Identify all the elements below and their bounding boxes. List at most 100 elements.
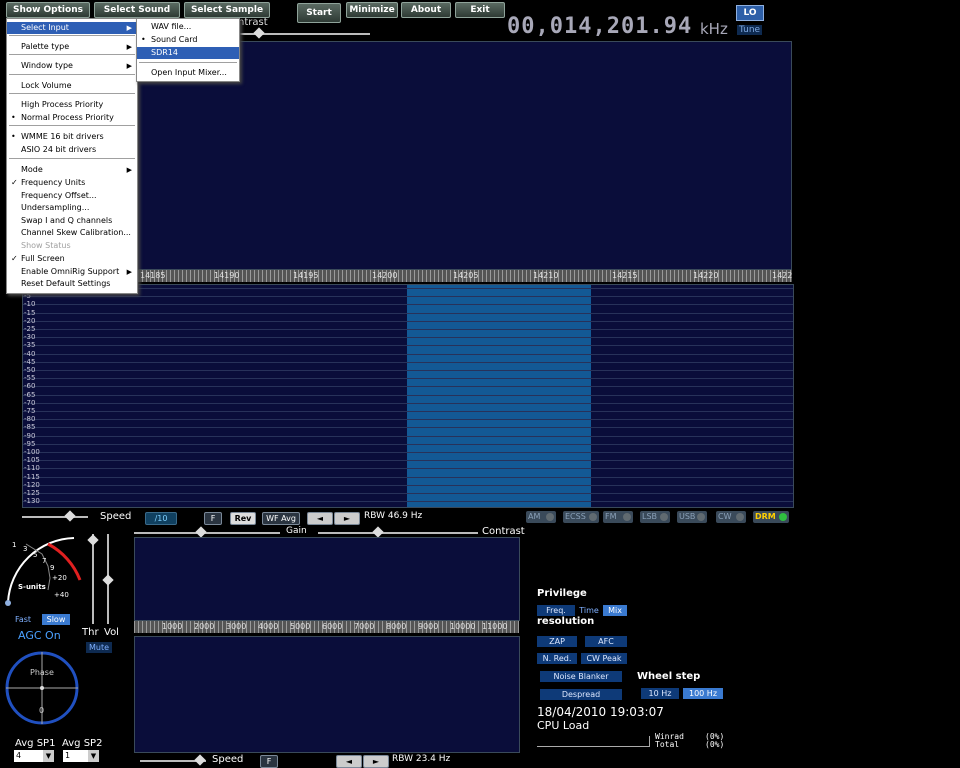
audio-waterfall-display[interactable] <box>134 636 520 753</box>
contrast-slider[interactable] <box>318 532 478 534</box>
gain-slider[interactable] <box>134 532 280 534</box>
db-label: -90 <box>24 431 36 440</box>
start-button[interactable]: Start <box>297 3 341 23</box>
passband-highlight[interactable] <box>407 285 591 507</box>
audio-f-button[interactable]: F <box>260 755 278 768</box>
contrast-knob[interactable] <box>372 526 384 538</box>
audio-frequency-scale[interactable]: 1000 2000 3000 4000 5000 6000 7000 8000 9000 1000… <box>134 621 519 633</box>
select-input-submenu[interactable]: WAV file... Sound Card • SDR14 Open Input Mi… <box>136 18 240 82</box>
menu-item[interactable]: Undersampling... <box>7 202 137 214</box>
rev-button[interactable]: Rev <box>230 512 256 525</box>
menu-item[interactable]: WMME 16 bit drivers • <box>7 131 137 143</box>
audio-speed-knob[interactable] <box>194 754 206 766</box>
tune-label[interactable]: Tune <box>737 25 763 35</box>
mode-cw-button[interactable]: CW <box>716 511 746 523</box>
menu-item[interactable]: ASIO 24 bit drivers <box>7 144 137 156</box>
submenu-item[interactable]: SDR14 <box>137 47 239 59</box>
audio-spectrum-display[interactable] <box>134 537 520 621</box>
menu-item[interactable]: Reset Default Settings <box>7 278 137 290</box>
scale-tick: 14190 <box>214 271 240 280</box>
options-menu[interactable]: Select Input ▶ Palette type ▶ Window type ▶ Lo… <box>6 18 138 294</box>
exit-button[interactable]: Exit <box>455 2 505 18</box>
grid-line <box>23 435 793 437</box>
wheel-step-10hz-button[interactable]: 10 Hz <box>641 688 679 699</box>
agc-fast-button[interactable]: Fast <box>8 614 38 625</box>
chevron-right-icon: ▶ <box>126 166 132 174</box>
privilege-time-button[interactable]: Time <box>577 605 601 616</box>
mode-ecss-button[interactable]: ECSS <box>563 511 599 523</box>
top-contrast-knob[interactable] <box>253 27 265 39</box>
about-button[interactable]: About <box>401 2 451 18</box>
submenu-item[interactable]: Open Input Mixer... <box>137 67 239 79</box>
wf-avg-button[interactable]: WF Avg <box>262 512 300 525</box>
select-sound-card-button[interactable]: Select Sound Card <box>94 2 180 29</box>
menu-item[interactable]: Lock Volume <box>7 80 137 92</box>
mode-usb-button[interactable]: USB <box>677 511 707 523</box>
wf-right-arrow-button[interactable]: ► <box>334 512 360 525</box>
agc-status[interactable]: AGC On <box>18 629 61 642</box>
s-meter-label: S-units <box>18 583 46 591</box>
menu-item[interactable]: Window type ▶ <box>7 60 137 72</box>
wf-speed-slider[interactable] <box>22 516 88 518</box>
grid-line <box>23 411 793 412</box>
thr-slider[interactable] <box>92 534 94 624</box>
chevron-down-icon[interactable]: ▼ <box>88 750 99 762</box>
audio-right-arrow-button[interactable]: ► <box>363 755 389 768</box>
submenu-item[interactable]: Sound Card • <box>137 34 239 46</box>
cw-peak-button[interactable]: CW Peak <box>581 653 627 664</box>
avg-sp1-select[interactable]: 4 ▼ <box>14 750 54 762</box>
mode-lsb-button[interactable]: LSB <box>640 511 670 523</box>
mode-am-button[interactable]: AM <box>526 511 556 523</box>
wf-left-arrow-button[interactable]: ◄ <box>307 512 333 525</box>
wf-f-button[interactable]: F <box>204 512 222 525</box>
menu-item[interactable]: Frequency Units ✓ <box>7 177 137 189</box>
grid-line <box>23 370 793 371</box>
s-meter-scale: 1 <box>12 541 17 549</box>
menu-item[interactable]: Full Screen ✓ <box>7 253 137 265</box>
mute-button[interactable]: Mute <box>86 642 112 653</box>
avg-sp2-select[interactable]: 1 ▼ <box>63 750 99 762</box>
wheel-step-100hz-button[interactable]: 100 Hz <box>683 688 723 699</box>
menu-item[interactable]: Mode ▶ <box>7 164 137 176</box>
chevron-down-icon[interactable]: ▼ <box>43 750 54 762</box>
noise-blanker-button[interactable]: Noise Blanker <box>540 671 622 682</box>
audio-left-arrow-button[interactable]: ◄ <box>336 755 362 768</box>
show-options-button[interactable]: Show Options <box>6 2 90 18</box>
db-label: -125 <box>24 489 40 497</box>
avg-sp1-label: Avg SP1 <box>15 738 56 749</box>
menu-item[interactable]: Select Input ▶ <box>7 22 137 34</box>
gain-knob[interactable] <box>195 526 207 538</box>
frequency-display[interactable]: 00,014,201.94 <box>507 14 692 39</box>
menu-item-label: ASIO 24 bit drivers <box>21 145 97 154</box>
cpu-load-label: CPU Load <box>537 719 590 732</box>
grid-line <box>23 304 793 306</box>
minimize-button[interactable]: Minimize <box>346 2 398 18</box>
menu-item[interactable]: Palette type ▶ <box>7 41 137 53</box>
vol-knob[interactable] <box>102 574 114 586</box>
privilege-mix-button[interactable]: Mix <box>603 605 627 616</box>
mode-fm-button[interactable]: FM <box>603 511 633 523</box>
privilege-freq-button[interactable]: Freq. <box>537 605 575 616</box>
wf-speed-knob[interactable] <box>64 510 76 522</box>
menu-item[interactable]: Enable OmniRig Support ▶ <box>7 266 137 278</box>
menu-item[interactable]: Channel Skew Calibration... <box>7 227 137 239</box>
menu-item[interactable]: Normal Process Priority • <box>7 112 137 124</box>
despread-button[interactable]: Despread <box>540 689 622 700</box>
submenu-item[interactable]: WAV file... <box>137 21 239 33</box>
lo-button[interactable]: LO <box>736 5 764 21</box>
afc-button[interactable]: AFC <box>585 636 627 647</box>
menu-item[interactable]: Swap I and Q channels <box>7 215 137 227</box>
menu-item[interactable]: High Process Priority <box>7 99 137 111</box>
select-sample-rate-button[interactable]: Select Sample Rate <box>184 2 270 29</box>
mode-lsb-label: LSB <box>642 512 658 521</box>
waterfall-display[interactable]: 0-5-10-15-20-25-30-35-40-45-50-55-60-65-… <box>22 284 794 508</box>
agc-slow-button[interactable]: Slow <box>42 614 70 625</box>
mode-drm-button[interactable]: DRM <box>753 511 789 523</box>
submenu-item-label: SDR14 <box>151 48 178 57</box>
wf-speed-value[interactable]: /10 <box>145 512 177 525</box>
noise-reduction-button[interactable]: N. Red. <box>537 653 577 664</box>
thr-knob[interactable] <box>87 534 99 546</box>
scale-tick: 14205 <box>453 271 479 280</box>
menu-item[interactable]: Frequency Offset... <box>7 190 137 202</box>
zap-button[interactable]: ZAP <box>537 636 577 647</box>
